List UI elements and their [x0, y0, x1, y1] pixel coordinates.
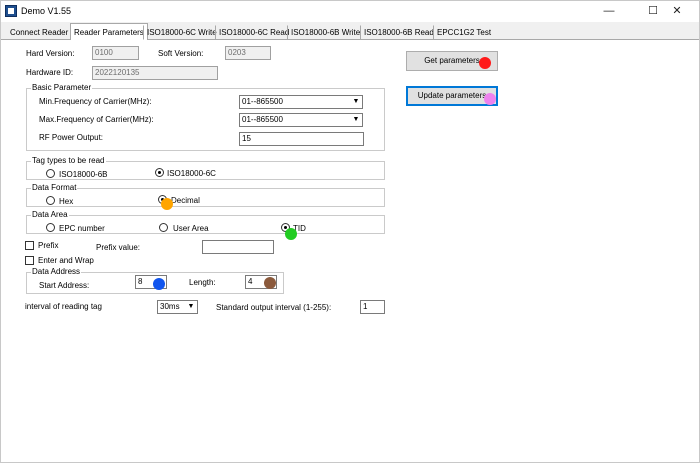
interval-select[interactable]: 30ms ▼ [157, 300, 198, 314]
tab-connect-reader[interactable]: Connect Reader [7, 25, 72, 40]
app-icon [5, 5, 17, 17]
radio-user-area[interactable] [159, 223, 168, 232]
min-frequency-value: 01--865500 [242, 97, 283, 106]
iso18000-6c-label: ISO18000-6C [167, 169, 216, 178]
chevron-down-icon: ▼ [187, 303, 195, 310]
interval-value: 30ms [160, 302, 180, 311]
prefix-value-label: Prefix value: [96, 243, 141, 252]
prefix-label: Prefix [38, 241, 59, 250]
radio-iso18000-6b[interactable] [46, 169, 55, 178]
min-frequency-select[interactable]: 01--865500 ▼ [239, 95, 363, 109]
data-address-title: Data Address [31, 267, 82, 277]
standard-output-interval-label: Standard output interval (1-255): [216, 303, 332, 312]
rf-power-field[interactable]: 15 [239, 132, 364, 146]
marker-tid [285, 228, 297, 240]
rf-power-label: RF Power Output: [39, 133, 104, 142]
radio-epc-number[interactable] [46, 223, 55, 232]
marker-decimal [161, 198, 173, 210]
length-label: Length: [189, 278, 216, 287]
soft-version-label: Soft Version: [158, 49, 204, 58]
marker-get-parameters [479, 57, 491, 69]
enter-wrap-checkbox[interactable] [25, 256, 34, 265]
data-format-group: Data Format [26, 183, 385, 207]
tab-iso18000-6c-read[interactable]: ISO18000-6C Read [215, 25, 293, 40]
epc-number-label: EPC number [59, 224, 105, 233]
standard-output-interval-field[interactable]: 1 [360, 300, 385, 314]
tag-types-title: Tag types to be read [31, 156, 106, 166]
hex-label: Hex [59, 197, 74, 206]
marker-start-address [153, 278, 165, 290]
window-title: Demo V1.55 [21, 6, 72, 16]
min-frequency-label: Min.Frequency of Carrier(MHz): [39, 97, 152, 106]
basic-parameter-title: Basic Parameter [31, 83, 93, 93]
soft-version-field: 0203 [225, 46, 271, 60]
max-frequency-value: 01--865500 [242, 115, 283, 124]
max-frequency-select[interactable]: 01--865500 ▼ [239, 113, 363, 127]
close-icon[interactable]: ✕ [655, 1, 699, 22]
radio-iso18000-6c[interactable] [155, 168, 164, 177]
tab-iso18000-6c-write[interactable]: ISO18000-6C Write [143, 25, 221, 40]
data-format-title: Data Format [31, 183, 78, 193]
hardware-id-field: 2022120135 [92, 66, 218, 80]
data-area-title: Data Area [31, 210, 69, 220]
tab-epcc1g2-test[interactable]: EPCC1G2 Test [433, 25, 495, 40]
hard-version-field: 0100 [92, 46, 139, 60]
start-address-label: Start Address: [39, 281, 90, 290]
prefix-value-field[interactable] [202, 240, 274, 254]
radio-hex[interactable] [46, 196, 55, 205]
reader-parameters-panel: Hard Version: 0100 Soft Version: 0203 Ha… [1, 40, 699, 462]
marker-update-parameters [484, 93, 496, 105]
user-area-label: User Area [173, 224, 209, 233]
enter-wrap-label: Enter and Wrap [38, 256, 94, 265]
chevron-down-icon: ▼ [352, 98, 360, 105]
max-frequency-label: Max.Frequency of Carrier(MHz): [39, 115, 154, 124]
hard-version-label: Hard Version: [26, 49, 75, 58]
tab-iso18000-6b-write[interactable]: ISO18000-6B Write [287, 25, 364, 40]
tab-reader-parameters[interactable]: Reader Parameters [70, 23, 148, 41]
prefix-checkbox[interactable] [25, 241, 34, 250]
iso18000-6b-label: ISO18000-6B [59, 170, 108, 179]
interval-label: interval of reading tag [25, 302, 102, 311]
tab-strip: Connect Reader Reader Parameters ISO1800… [1, 23, 699, 41]
decimal-label: Decimal [171, 196, 200, 205]
chevron-down-icon: ▼ [352, 116, 360, 123]
minimize-icon[interactable]: — [587, 1, 631, 22]
title-bar: Demo V1.55 — ☐ ✕ [1, 1, 699, 22]
tab-iso18000-6b-read[interactable]: ISO18000-6B Read [360, 25, 438, 40]
hardware-id-label: Hardware ID: [26, 68, 74, 77]
marker-length [264, 277, 276, 289]
app-window: Demo V1.55 — ☐ ✕ Connect Reader Reader P… [0, 0, 700, 463]
